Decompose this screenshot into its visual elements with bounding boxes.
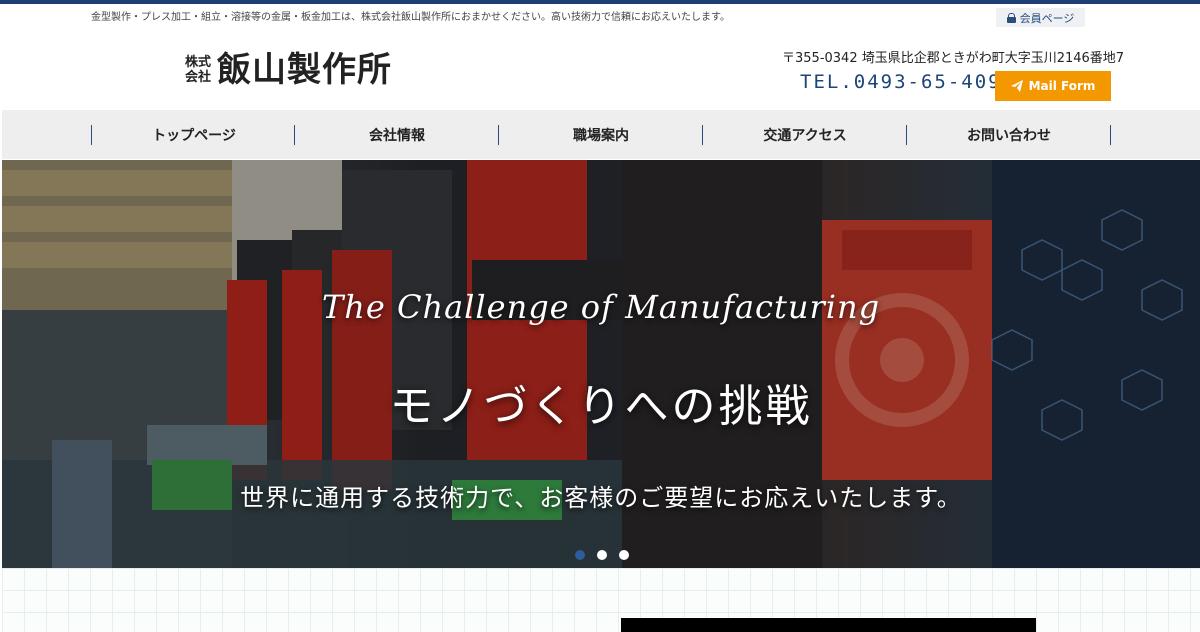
nav-item-workplace[interactable]: 職場案内 bbox=[499, 125, 703, 145]
slider-dot[interactable] bbox=[597, 550, 607, 560]
nav-separator bbox=[1110, 125, 1111, 145]
company-address: 〒355-0342 埼玉県比企郡ときがわ町大字玉川2146番地7 bbox=[782, 51, 1125, 66]
member-page-label: 会員ページ bbox=[1019, 11, 1075, 25]
nav-item-access[interactable]: 交通アクセス bbox=[703, 125, 907, 145]
nav-item-top[interactable]: トップページ bbox=[92, 125, 296, 145]
paper-plane-icon bbox=[1010, 80, 1023, 92]
nav-item-contact[interactable]: お問い合わせ bbox=[907, 125, 1111, 145]
slider-dot[interactable] bbox=[575, 550, 585, 560]
hero-english-title: The Challenge of Manufacturing bbox=[321, 288, 881, 326]
mail-form-label: Mail Form bbox=[1028, 79, 1096, 93]
logo-prefix-line1: 株式 bbox=[185, 55, 212, 70]
top-accent-bar bbox=[0, 0, 1200, 4]
slider-pagination bbox=[575, 550, 629, 560]
logo-prefix: 株式 会社 bbox=[185, 55, 211, 85]
slider-dot[interactable] bbox=[619, 550, 629, 560]
header-tagline: 金型製作・プレス加工・組立・溶接等の金属・板金加工は、株式会社飯山製作所におまか… bbox=[91, 12, 730, 23]
hero-slider: The Challenge of Manufacturing モノづくりへの挑戦… bbox=[2, 160, 1200, 568]
member-page-button[interactable]: 会員ページ bbox=[996, 8, 1085, 27]
hero-subtext: 世界に通用する技術力で、お客様のご要望にお応えいたします。 bbox=[240, 484, 962, 512]
content-panel bbox=[621, 618, 1036, 632]
hero-catchphrase: モノづくりへの挑戦 bbox=[389, 381, 813, 432]
phone-number[interactable]: TEL.0493-65-4099 bbox=[800, 71, 1015, 93]
logo-company-name: 飯山製作所 bbox=[217, 50, 393, 90]
nav-item-company[interactable]: 会社情報 bbox=[295, 125, 499, 145]
global-nav: トップページ 会社情報 職場案内 交通アクセス お問い合わせ bbox=[2, 110, 1200, 159]
mail-form-button[interactable]: Mail Form bbox=[995, 71, 1111, 101]
company-logo[interactable]: 株式 会社 飯山製作所 bbox=[185, 50, 392, 90]
lock-icon bbox=[1006, 12, 1016, 23]
logo-prefix-line2: 会社 bbox=[185, 70, 212, 85]
